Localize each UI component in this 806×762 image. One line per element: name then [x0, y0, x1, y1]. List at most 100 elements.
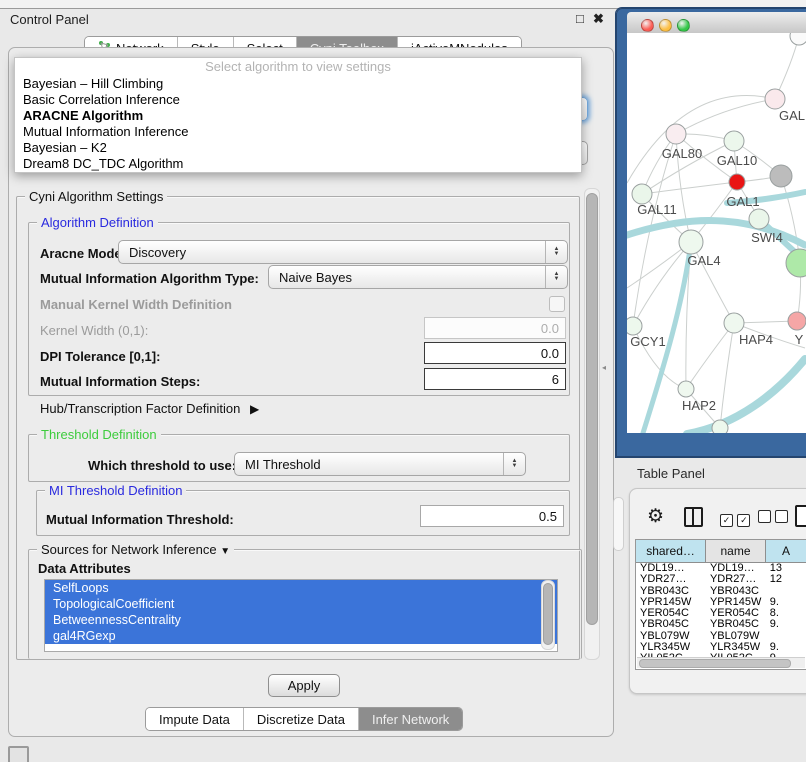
- network-node[interactable]: [790, 33, 806, 45]
- node-table[interactable]: shared…nameA YDL19…YDL19…13YDR27…YDR27…1…: [635, 539, 806, 670]
- network-edge[interactable]: [642, 182, 737, 194]
- table-cell: YBR043C: [636, 586, 706, 597]
- mi-steps-label: Mutual Information Steps:: [40, 374, 200, 389]
- attribute-item-topologicalcoefficient[interactable]: TopologicalCoefficient: [45, 596, 557, 612]
- dropdown-item-aracne-algorithm[interactable]: ARACNE Algorithm: [15, 108, 581, 124]
- close-window-icon[interactable]: [641, 19, 654, 32]
- network-node[interactable]: [712, 420, 728, 433]
- network-view[interactable]: GALGAL80GAL10GAL1GAL11SWI4GAL4GCY1HAP4YH…: [627, 33, 806, 433]
- attribute-item-selfloops[interactable]: SelfLoops: [45, 580, 557, 596]
- network-node-y[interactable]: [788, 312, 806, 330]
- table-row[interactable]: YDL19…YDL19…13: [636, 563, 806, 574]
- mi-steps-field[interactable]: 6: [424, 368, 566, 390]
- settings-scrollbar[interactable]: [584, 188, 600, 660]
- attr-list-scrollbar[interactable]: [541, 580, 555, 650]
- node-label: GAL10: [717, 153, 757, 168]
- dropdown-item-bayesian-k2[interactable]: Bayesian – K2: [15, 140, 581, 156]
- settings-scrollbar-thumb[interactable]: [586, 193, 598, 625]
- tab-discretize-data[interactable]: Discretize Data: [243, 708, 358, 730]
- table-cell: YER054C: [706, 608, 766, 619]
- divider-collapse-icon[interactable]: ◂: [602, 363, 606, 372]
- hub-definition-toggle[interactable]: Hub/Transcription Factor Definition ▶: [40, 401, 259, 416]
- table-row[interactable]: YBR043CYBR043C: [636, 586, 806, 597]
- table-hscrollbar[interactable]: [637, 657, 805, 668]
- network-node-gal80[interactable]: [666, 124, 686, 144]
- dropdown-item-mutual-information-inference[interactable]: Mutual Information Inference: [15, 124, 581, 140]
- table-row[interactable]: YBL079WYBL079W: [636, 631, 806, 642]
- which-threshold-value: MI Threshold: [245, 457, 321, 472]
- network-node-hap2[interactable]: [678, 381, 694, 397]
- network-node-hap4[interactable]: [724, 313, 744, 333]
- attribute-item-betweennesscentrality[interactable]: BetweennessCentrality: [45, 612, 557, 628]
- network-node-gcy1[interactable]: [627, 317, 642, 335]
- deselect-all-columns-icon[interactable]: [758, 510, 788, 528]
- network-node[interactable]: [786, 249, 806, 277]
- node-label: SWI4: [751, 230, 783, 245]
- data-attributes-label: Data Attributes: [38, 561, 131, 576]
- combo-spinner-icon[interactable]: ▲▼: [545, 266, 567, 288]
- hub-definition-label: Hub/Transcription Factor Definition: [40, 401, 240, 416]
- column-header-shared[interactable]: shared…: [636, 540, 706, 562]
- table-row[interactable]: YDR27…YDR27…12: [636, 574, 806, 585]
- network-node-gal4[interactable]: [679, 230, 703, 254]
- apply-button[interactable]: Apply: [268, 674, 340, 697]
- collapsed-panel-icon[interactable]: [8, 746, 29, 762]
- tab-impute-data[interactable]: Impute Data: [146, 708, 243, 730]
- aracne-mode-combo[interactable]: Discovery ▲▼: [118, 240, 568, 264]
- table-row[interactable]: YER054CYER054C8.: [636, 608, 806, 619]
- network-edge[interactable]: [676, 99, 775, 134]
- network-node-swi4[interactable]: [749, 209, 769, 229]
- node-label: GCY1: [630, 334, 665, 349]
- close-panel-icon[interactable]: ✖: [593, 11, 604, 27]
- combo-spinner-icon[interactable]: ▲▼: [545, 241, 567, 263]
- split-columns-icon[interactable]: [684, 507, 703, 527]
- zoom-window-icon[interactable]: [677, 19, 690, 32]
- kernel-width-field[interactable]: 0.0: [424, 317, 566, 339]
- new-table-icon[interactable]: [795, 505, 806, 527]
- network-edge[interactable]: [627, 96, 775, 184]
- attribute-item-gal4rgexp[interactable]: gal4RGexp: [45, 628, 557, 644]
- float-panel-icon[interactable]: □: [576, 11, 584, 26]
- combo-spinner-icon[interactable]: ▲▼: [503, 453, 525, 475]
- dropdown-item-bayesian-hill-climbing[interactable]: Bayesian – Hill Climbing: [15, 76, 581, 92]
- which-threshold-combo[interactable]: MI Threshold ▲▼: [234, 452, 526, 476]
- network-node-gal11[interactable]: [632, 184, 652, 204]
- dropdown-item-dream8-dc-tdc-algorithm[interactable]: Dream8 DC_TDC Algorithm: [15, 156, 581, 172]
- node-label: GAL80: [662, 146, 702, 161]
- manual-kernel-checkbox[interactable]: [549, 296, 565, 312]
- network-window-titlebar[interactable]: [627, 12, 806, 34]
- table-row[interactable]: YPR145WYPR145W9.: [636, 597, 806, 608]
- table-hscrollbar-thumb[interactable]: [639, 659, 791, 668]
- table-cell: YDR27…: [706, 574, 766, 585]
- table-row[interactable]: YBR045CYBR045C9.: [636, 619, 806, 630]
- network-node-gal1[interactable]: [729, 174, 745, 190]
- select-all-columns-icon[interactable]: ✓ ✓: [720, 510, 750, 528]
- data-attributes-list[interactable]: SelfLoopsTopologicalCoefficientBetweenne…: [44, 579, 558, 652]
- dpi-tolerance-field[interactable]: 0.0: [424, 342, 566, 364]
- column-header-name[interactable]: name: [706, 540, 766, 562]
- table-cell: 9.: [766, 597, 806, 608]
- tab-label: Impute Data: [159, 712, 230, 727]
- network-node-gal10[interactable]: [724, 131, 744, 151]
- table-settings-gear-icon[interactable]: ⚙: [647, 505, 664, 528]
- network-edge[interactable]: [686, 323, 734, 389]
- attr-scrollbar-thumb[interactable]: [543, 583, 553, 645]
- tab-infer-network[interactable]: Infer Network: [358, 708, 462, 730]
- dropdown-placeholder: Select algorithm to view settings: [15, 58, 581, 76]
- network-node-gal[interactable]: [765, 89, 785, 109]
- dropdown-item-basic-correlation-inference[interactable]: Basic Correlation Inference: [15, 92, 581, 108]
- table-cell: YER054C: [636, 608, 706, 619]
- mi-threshold-field[interactable]: 0.5: [420, 505, 564, 527]
- split-divider: [692, 509, 694, 525]
- table-row[interactable]: YLR345WYLR345W9.: [636, 642, 806, 653]
- minimize-window-icon[interactable]: [659, 19, 672, 32]
- gutter-scrollbar-thumb[interactable]: [613, 497, 624, 551]
- table-cell: YBR045C: [636, 619, 706, 630]
- group-title: MI Threshold Definition: [45, 483, 186, 498]
- network-node[interactable]: [770, 165, 792, 187]
- network-edge[interactable]: [687, 359, 805, 433]
- table-cell: YDR27…: [636, 574, 706, 585]
- sources-toggle[interactable]: Sources for Network Inference ▼: [37, 542, 234, 557]
- mi-type-combo[interactable]: Naive Bayes ▲▼: [268, 265, 568, 289]
- column-header-a[interactable]: A: [766, 540, 806, 562]
